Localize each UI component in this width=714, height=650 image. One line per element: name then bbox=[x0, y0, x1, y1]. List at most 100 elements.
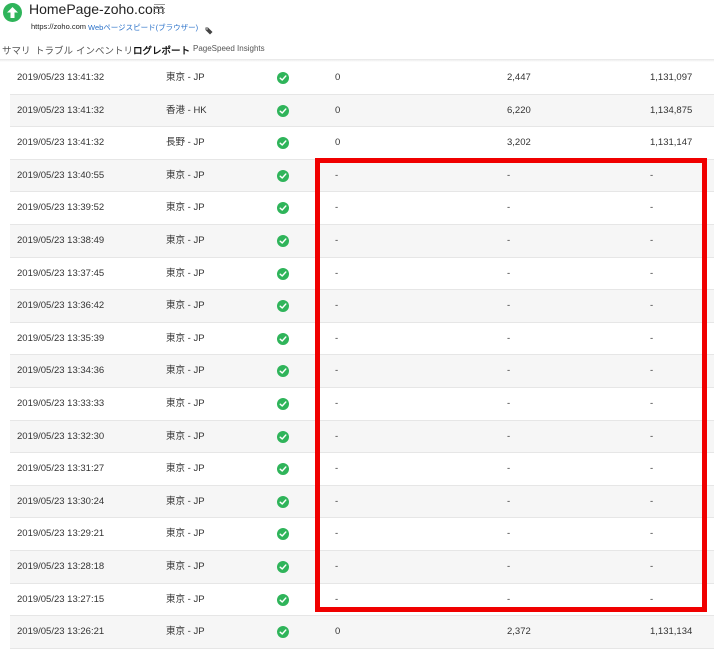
table-row: 2019/05/23 13:36:42 東京 - JP - - - bbox=[10, 290, 714, 323]
metric-cell: 0 bbox=[335, 137, 341, 149]
timestamp-cell: 2019/05/23 13:27:15 bbox=[17, 593, 105, 605]
check-circle-icon bbox=[277, 560, 289, 573]
metric-cell: - bbox=[335, 267, 339, 279]
location-cell: 東京 - JP bbox=[166, 397, 205, 409]
tab-bar: サマリ トラブル インベントリ ログレポート PageSpeed Insight… bbox=[0, 43, 714, 62]
location-cell: 東京 - JP bbox=[166, 593, 205, 605]
location-cell: 東京 - JP bbox=[166, 169, 205, 181]
metric-cell: - bbox=[335, 593, 339, 605]
monitor-type-link[interactable]: Webページスピード(ブラウザー) bbox=[88, 22, 198, 33]
table-row: 2019/05/23 13:26:21 東京 - JP 0 2,372 1,131,13… bbox=[10, 616, 714, 649]
table-row: 2019/05/23 13:30:24 東京 - JP - - - bbox=[10, 485, 714, 519]
tab-trouble[interactable]: トラブル bbox=[35, 43, 73, 60]
hamburger-menu-icon[interactable] bbox=[154, 4, 165, 13]
table-row: 2019/05/23 13:27:15 東京 - JP - - - bbox=[10, 584, 714, 617]
check-circle-icon bbox=[277, 626, 289, 639]
check-circle-icon bbox=[277, 137, 289, 150]
metric-cell: 6,220 bbox=[507, 104, 531, 116]
metric-cell: - bbox=[507, 495, 511, 507]
check-circle-icon bbox=[277, 104, 289, 117]
metric-cell: - bbox=[507, 300, 511, 312]
check-circle-icon bbox=[277, 463, 289, 476]
timestamp-cell: 2019/05/23 13:34:36 bbox=[17, 365, 105, 377]
table-row: 2019/05/23 13:41:32 香港 - HK 0 6,220 1,134,87… bbox=[10, 94, 714, 128]
timestamp-cell: 2019/05/23 13:39:52 bbox=[17, 202, 105, 214]
log-report-table: 2019/05/23 13:41:32 東京 - JP 0 2,447 1,131,09… bbox=[10, 62, 714, 649]
location-cell: 東京 - JP bbox=[166, 365, 205, 377]
metric-cell: - bbox=[507, 365, 511, 377]
timestamp-cell: 2019/05/23 13:32:30 bbox=[17, 430, 105, 442]
metric-cell: 1,131,134 bbox=[650, 626, 693, 638]
metric-cell: - bbox=[335, 365, 339, 377]
location-cell: 東京 - JP bbox=[166, 234, 205, 246]
check-circle-icon bbox=[277, 234, 289, 247]
check-circle-icon bbox=[277, 593, 289, 606]
timestamp-cell: 2019/05/23 13:38:49 bbox=[17, 234, 105, 246]
check-circle-icon bbox=[277, 202, 289, 215]
table-row: 2019/05/23 13:35:39 東京 - JP - - - bbox=[10, 323, 714, 356]
metric-cell: - bbox=[507, 234, 511, 246]
check-circle-icon bbox=[277, 267, 289, 280]
tab-summary[interactable]: サマリ bbox=[2, 43, 31, 60]
location-cell: 東京 - JP bbox=[166, 626, 205, 638]
timestamp-cell: 2019/05/23 13:26:21 bbox=[17, 626, 105, 638]
metric-cell: - bbox=[507, 397, 511, 409]
check-circle-icon bbox=[277, 332, 289, 345]
location-cell: 東京 - JP bbox=[166, 528, 205, 540]
location-cell: 東京 - JP bbox=[166, 463, 205, 475]
timestamp-cell: 2019/05/23 13:31:27 bbox=[17, 463, 105, 475]
metric-cell: - bbox=[650, 430, 654, 442]
location-cell: 長野 - JP bbox=[166, 137, 205, 149]
metric-cell: - bbox=[650, 463, 654, 475]
metric-cell: - bbox=[507, 332, 511, 344]
timestamp-cell: 2019/05/23 13:37:45 bbox=[17, 267, 105, 279]
metric-cell: - bbox=[650, 234, 654, 246]
app-header: HomePage-zoho.com https://zoho.com Webペー… bbox=[0, 0, 714, 62]
metric-cell: - bbox=[335, 463, 339, 475]
check-circle-icon bbox=[277, 430, 289, 443]
metric-cell: 1,134,875 bbox=[650, 104, 693, 116]
tag-icon[interactable] bbox=[205, 22, 213, 40]
metric-cell: - bbox=[335, 234, 339, 246]
metric-cell: - bbox=[507, 267, 511, 279]
check-circle-icon bbox=[277, 169, 289, 182]
tab-inventory[interactable]: インベントリ bbox=[76, 43, 133, 60]
metric-cell: - bbox=[335, 300, 339, 312]
table-row: 2019/05/23 13:28:18 東京 - JP - - - bbox=[10, 550, 714, 584]
metric-cell: - bbox=[335, 528, 339, 540]
metric-cell: - bbox=[650, 397, 654, 409]
location-cell: 東京 - JP bbox=[166, 300, 205, 312]
metric-cell: - bbox=[507, 430, 511, 442]
check-circle-icon bbox=[277, 72, 289, 84]
monitor-url[interactable]: https://zoho.com bbox=[31, 22, 86, 31]
metric-cell: - bbox=[507, 560, 511, 572]
monitor-title: HomePage-zoho.com bbox=[29, 1, 165, 17]
metric-cell: - bbox=[650, 169, 654, 181]
check-circle-icon bbox=[277, 397, 289, 410]
timestamp-cell: 2019/05/23 13:36:42 bbox=[17, 300, 105, 312]
metric-cell: 2,447 bbox=[507, 72, 531, 83]
timestamp-cell: 2019/05/23 13:35:39 bbox=[17, 332, 105, 344]
tab-pagespeed-insights[interactable]: PageSpeed Insights bbox=[193, 44, 265, 56]
metric-cell: - bbox=[507, 528, 511, 540]
table-row: 2019/05/23 13:40:55 東京 - JP - - - bbox=[10, 159, 714, 193]
metric-cell: - bbox=[650, 332, 654, 344]
timestamp-cell: 2019/05/23 13:29:21 bbox=[17, 528, 105, 540]
metric-cell: - bbox=[650, 267, 654, 279]
metric-cell: - bbox=[335, 397, 339, 409]
table-row: 2019/05/23 13:37:45 東京 - JP - - - bbox=[10, 258, 714, 291]
table-row: 2019/05/23 13:38:49 東京 - JP - - - bbox=[10, 224, 714, 258]
location-cell: 香港 - HK bbox=[166, 104, 207, 116]
up-arrow-icon bbox=[3, 3, 22, 22]
metric-cell: - bbox=[650, 365, 654, 377]
location-cell: 東京 - JP bbox=[166, 202, 205, 214]
metric-cell: 0 bbox=[335, 626, 341, 638]
metric-cell: 0 bbox=[335, 72, 341, 83]
metric-cell: - bbox=[335, 430, 339, 442]
timestamp-cell: 2019/05/23 13:28:18 bbox=[17, 560, 105, 572]
metric-cell: - bbox=[335, 169, 339, 181]
timestamp-cell: 2019/05/23 13:33:33 bbox=[17, 397, 105, 409]
location-cell: 東京 - JP bbox=[166, 430, 205, 442]
metric-cell: - bbox=[650, 593, 654, 605]
table-row: 2019/05/23 13:31:27 東京 - JP - - - bbox=[10, 453, 714, 486]
